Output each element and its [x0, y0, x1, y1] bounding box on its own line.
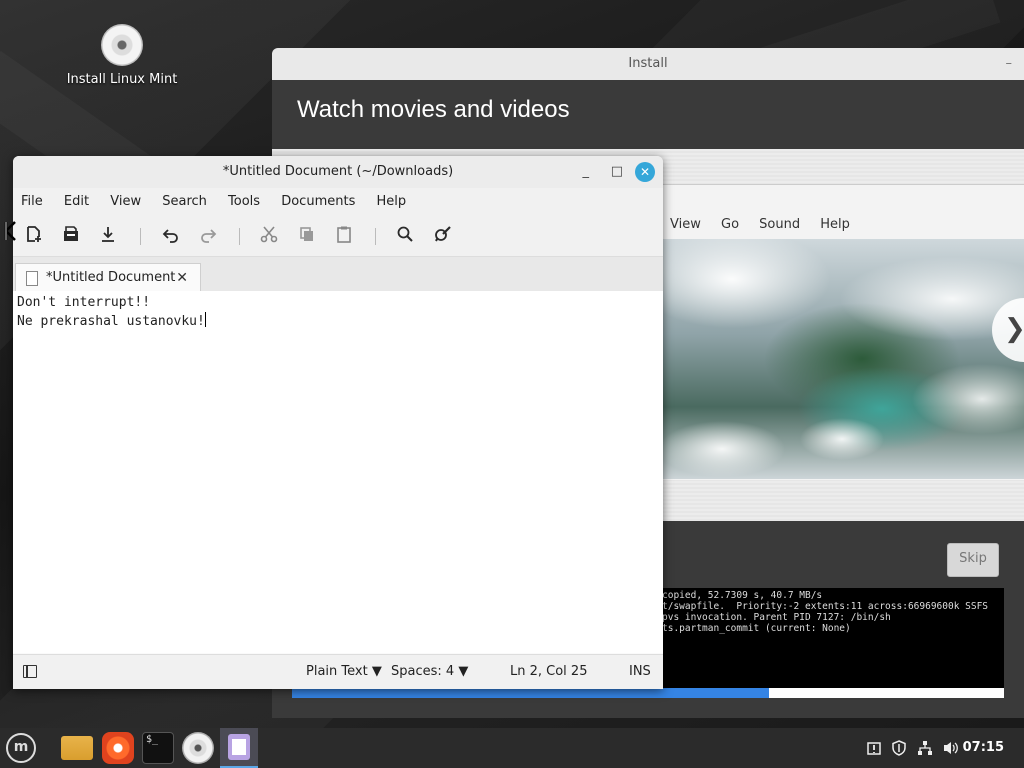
new-document-icon[interactable]	[22, 225, 46, 247]
redo-icon[interactable]	[196, 225, 220, 247]
text-editing-area[interactable]: Don't interrupt!! Ne prekrashal ustanovk…	[13, 291, 663, 653]
log-line: copied, 52.7309 s, 40.7 MB/s	[662, 590, 823, 601]
menu-edit[interactable]: Edit	[64, 194, 89, 209]
cursor-position: Ln 2, Col 25	[510, 664, 588, 679]
media-menu-go: Go	[721, 217, 740, 232]
dropdown-arrow-icon: ▼	[458, 664, 469, 679]
taskbar: m $_ 07:15	[0, 728, 1024, 768]
aerial-photo	[662, 239, 1024, 479]
text-editor-window: *Untitled Document (~/Downloads) _ □ ✕ F…	[13, 156, 663, 689]
file-manager-icon[interactable]	[61, 736, 93, 760]
menu-help[interactable]: Help	[376, 194, 406, 209]
volume-icon[interactable]	[942, 728, 960, 768]
tab-width-selector[interactable]: Spaces: 4 ▼	[391, 655, 468, 689]
text-line: Ne prekrashal ustanovku!	[17, 314, 205, 329]
text-file-icon	[26, 271, 38, 286]
firefox-icon[interactable]	[102, 732, 134, 764]
install-linux-mint-desktop-icon[interactable]: Install Linux Mint	[60, 24, 184, 87]
installer-titlebar[interactable]: Install –	[272, 48, 1024, 80]
media-menu-sound: Sound	[759, 217, 801, 232]
installer-title: Install	[628, 56, 668, 71]
search-icon[interactable]	[393, 225, 417, 247]
slide-heading: Watch movies and videos	[297, 96, 570, 123]
undo-icon[interactable]	[159, 225, 183, 247]
text-line-with-caret: Ne prekrashal ustanovku!	[17, 312, 663, 331]
dropdown-arrow-icon: ▼	[371, 664, 382, 679]
open-document-icon[interactable]	[59, 225, 83, 247]
update-icon[interactable]	[866, 728, 882, 768]
side-panel-toggle-icon[interactable]	[23, 665, 37, 678]
desktop-icon-label: Install Linux Mint	[66, 72, 178, 87]
toolbar-separator	[375, 228, 376, 245]
menu-tools[interactable]: Tools	[228, 194, 260, 209]
editor-titlebar[interactable]: *Untitled Document (~/Downloads) _ □ ✕	[13, 156, 663, 188]
find-replace-icon[interactable]	[431, 225, 455, 247]
media-player-menubar: View Go Sound Help	[662, 211, 1024, 239]
menu-documents[interactable]: Documents	[281, 194, 355, 209]
menu-button[interactable]: m	[6, 733, 36, 763]
document-tabbar: *Untitled Document ✕	[13, 257, 663, 293]
text-caret	[204, 312, 206, 327]
text-line: Don't interrupt!!	[17, 295, 151, 310]
install-log-console: copied, 52.7309 s, 40.7 MB/s t/swapfile. …	[662, 588, 1004, 690]
progress-fill	[292, 688, 770, 698]
terminal-icon[interactable]: $_	[142, 732, 174, 764]
log-line: ts.partman_commit (current: None)	[662, 623, 851, 634]
network-icon[interactable]	[917, 728, 933, 768]
cut-icon[interactable]	[257, 225, 281, 247]
install-progress-bar	[292, 688, 1004, 698]
text-editor-icon	[228, 734, 250, 760]
shield-icon[interactable]	[891, 728, 907, 768]
editor-title: *Untitled Document (~/Downloads)	[222, 164, 454, 179]
save-icon[interactable]	[96, 225, 120, 247]
minimize-button[interactable]: –	[1006, 48, 1013, 80]
close-button[interactable]: ✕	[635, 162, 655, 182]
editor-menubar: File Edit View Search Tools Documents He…	[13, 188, 663, 216]
skip-button[interactable]: Skip	[947, 543, 999, 577]
menu-file[interactable]: File	[21, 194, 43, 209]
spaces-label: Spaces: 4	[391, 664, 455, 679]
language-selector[interactable]: Plain Text ▼	[306, 655, 382, 689]
log-line: t/swapfile. Priority:-2 extents:11 acros…	[662, 601, 989, 612]
insert-mode: INS	[629, 664, 651, 679]
media-menu-help: Help	[820, 217, 850, 232]
editor-toolbar	[13, 216, 663, 257]
editor-statusbar: Plain Text ▼ Spaces: 4 ▼ Ln 2, Col 25 IN…	[13, 654, 663, 689]
tab-untitled-document[interactable]: *Untitled Document ✕	[15, 263, 201, 293]
resize-cursor-icon	[4, 220, 18, 241]
text-editor-taskbar-icon[interactable]	[220, 728, 258, 768]
disc-icon	[101, 24, 143, 66]
media-player-screenshot: View Go Sound Help	[662, 184, 1024, 480]
copy-icon[interactable]	[295, 225, 319, 247]
menu-search[interactable]: Search	[162, 194, 207, 209]
paste-icon[interactable]	[332, 225, 356, 247]
minimize-button[interactable]: _	[583, 156, 590, 188]
menu-view[interactable]: View	[110, 194, 141, 209]
maximize-button[interactable]: □	[611, 156, 623, 188]
installer-disc-icon[interactable]	[182, 732, 214, 764]
toolbar-separator	[239, 228, 240, 245]
log-line: pvs invocation. Parent PID 7127: /bin/sh	[662, 612, 891, 623]
tab-label: *Untitled Document	[46, 270, 176, 285]
language-label: Plain Text	[306, 664, 368, 679]
tab-close-icon[interactable]: ✕	[176, 264, 188, 292]
clock[interactable]: 07:15	[963, 728, 1004, 768]
toolbar-separator	[140, 228, 141, 245]
media-menu-view: View	[670, 217, 701, 232]
